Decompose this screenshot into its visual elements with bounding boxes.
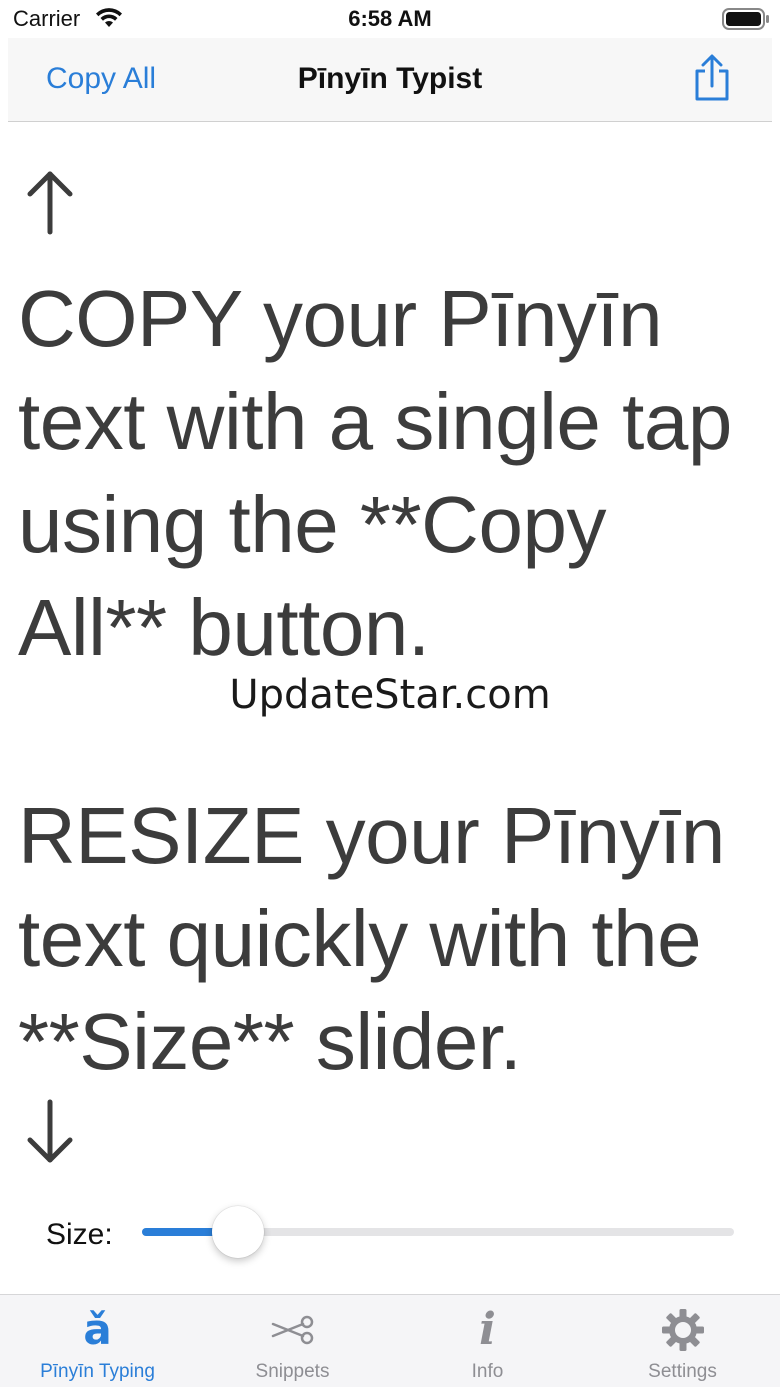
status-time: 6:58 AM [348,6,432,31]
copy-instruction-text: COPY your Pīnyīn text with a single tap … [18,274,732,672]
tab-pinyin-typing[interactable]: ǎ Pīnyīn Typing [0,1295,195,1387]
battery-icon [722,8,769,30]
tab-label: Settings [648,1361,717,1382]
resize-instruction-text: RESIZE your Pīnyīn text quickly with the… [18,791,725,1086]
navigation-bar: Copy All Pīnyīn Typist [8,38,772,122]
share-icon[interactable] [692,54,732,102]
scissors-icon [265,1307,321,1353]
size-slider[interactable] [142,1206,734,1258]
screen: Carrier 6:58 AM Copy All Pīnyīn Typist C… [0,0,780,1387]
tab-settings[interactable]: Settings [585,1295,780,1387]
size-label: Size: [46,1218,113,1251]
arrow-up-icon [27,171,73,235]
gear-icon [655,1307,711,1353]
watermark: UpdateStar.com [229,672,551,718]
arrow-down-icon [27,1099,73,1163]
tab-label: Pīnyīn Typing [40,1361,155,1382]
tab-label: Info [471,1361,504,1382]
tab-info[interactable]: i Info [390,1295,585,1387]
tab-bar: ǎ Pīnyīn Typing Snippets i Info Settings [0,1294,780,1387]
page-title: Pīnyīn Typist [297,62,483,95]
size-slider-row: Size: [0,1200,780,1264]
tab-snippets[interactable]: Snippets [195,1295,390,1387]
tab-label: Snippets [255,1361,330,1382]
size-slider-thumb[interactable] [212,1206,265,1258]
info-icon: i [479,1304,496,1355]
a-breve-icon: ǎ [83,1305,112,1354]
status-bar: Carrier 6:58 AM [0,0,780,38]
